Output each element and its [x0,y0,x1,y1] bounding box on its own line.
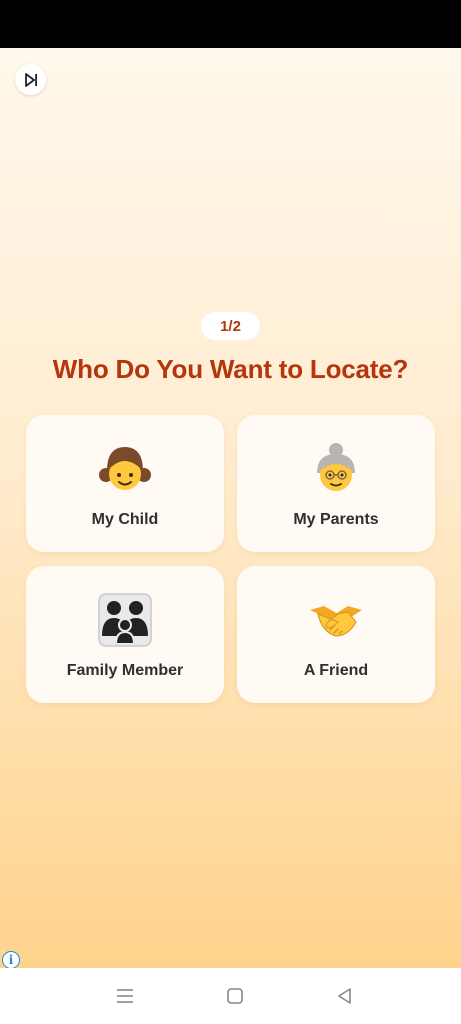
back-triangle-icon [338,988,351,1004]
option-label: My Child [91,511,159,528]
option-card-my-parents[interactable]: My Parents [237,415,435,552]
skip-button[interactable] [15,64,46,95]
option-label: Family Member [66,662,184,679]
girl-emoji-icon [97,441,153,497]
step-indicator: 1/2 [201,312,260,340]
family-emoji-icon [97,592,153,648]
option-label: A Friend [303,662,369,679]
app-screen: 1/2 Who Do You Want to Locate? My Child [0,48,461,969]
nav-home-button[interactable] [223,984,247,1008]
handshake-emoji-icon [308,592,364,648]
ad-info-icon[interactable]: i [2,951,20,969]
old-woman-emoji-icon [308,441,364,497]
status-bar [0,0,461,48]
home-square-icon [227,988,243,1004]
navigation-bar [0,968,461,1024]
nav-back-button[interactable] [333,984,357,1008]
nav-menu-button[interactable] [113,984,137,1008]
skip-next-icon [24,72,37,87]
step-text: 1/2 [220,317,241,335]
option-card-family-member[interactable]: Family Member [26,566,224,703]
menu-icon [117,989,133,1003]
option-card-my-child[interactable]: My Child [26,415,224,552]
option-card-a-friend[interactable]: A Friend [237,566,435,703]
page-title: Who Do You Want to Locate? [52,354,409,384]
option-label: My Parents [293,511,379,528]
